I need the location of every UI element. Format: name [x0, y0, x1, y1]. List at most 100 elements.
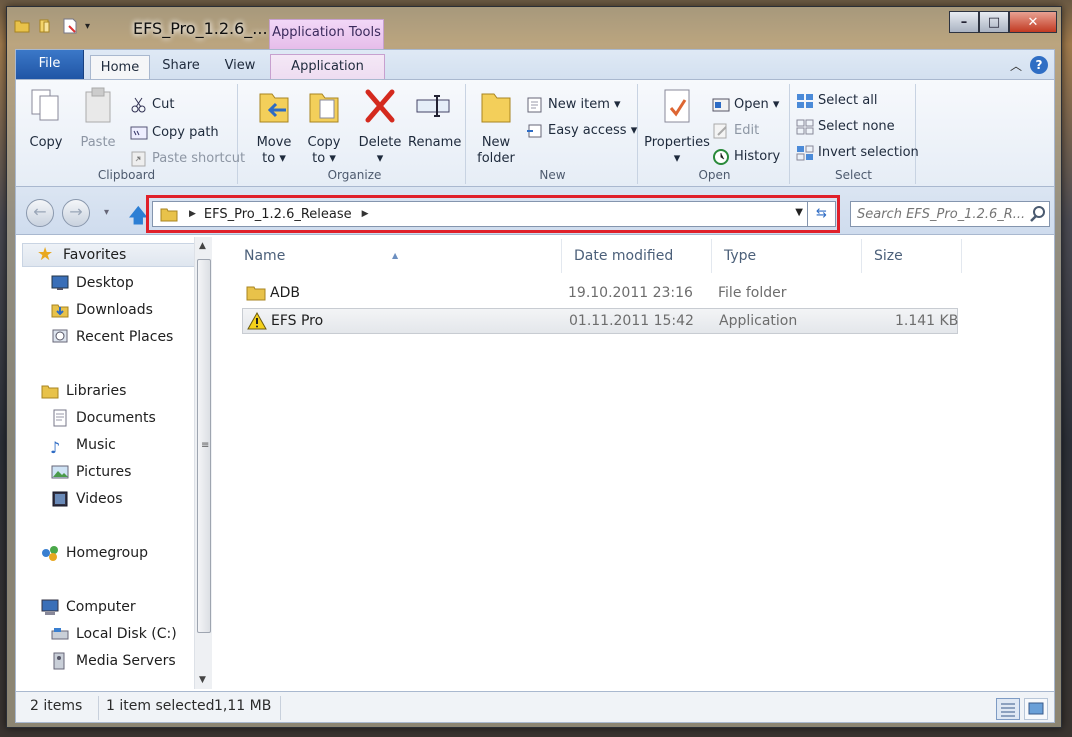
nav-item-label: Local Disk (C:)	[76, 626, 177, 642]
search-input[interactable]	[857, 206, 1025, 222]
nav-item-label: Libraries	[66, 383, 127, 399]
quick-access-toolbar: ▾	[13, 17, 90, 35]
large-icons-view-button[interactable]	[1024, 698, 1048, 720]
open-button[interactable]: Open ▾	[712, 94, 779, 116]
selected-count: 1 item selected	[106, 698, 215, 714]
history-label: History	[734, 149, 781, 164]
copy-to-label: to ▾	[312, 151, 336, 166]
breadcrumb-arrow-icon[interactable]: ▶	[362, 209, 369, 219]
content-area: ★ Favorites Desktop Downloads Recent Pla…	[15, 235, 1055, 691]
edit-button[interactable]: Edit	[712, 120, 759, 142]
cut-label: Cut	[152, 97, 175, 112]
recent-locations-chevron-icon[interactable]: ▾	[104, 207, 109, 218]
column-header-size[interactable]: Size	[862, 239, 962, 273]
select-none-button[interactable]: Select none	[796, 116, 895, 138]
copy-path-button[interactable]: Copy path	[130, 122, 219, 144]
scroll-up-arrow-icon[interactable]: ▲	[199, 241, 206, 251]
copy-icon	[31, 89, 59, 121]
scroll-down-arrow-icon[interactable]: ▼	[199, 675, 206, 685]
column-header-name[interactable]: ▲ Name	[232, 239, 562, 273]
tab-view[interactable]: View	[220, 54, 260, 80]
nav-item-media-servers[interactable]: Media Servers	[50, 649, 176, 673]
invert-selection-button[interactable]: Invert selection	[796, 142, 919, 164]
copy-button[interactable]: Copy	[26, 86, 66, 151]
file-name: ADB	[270, 285, 300, 301]
nav-item-homegroup[interactable]: Homegroup	[40, 541, 148, 565]
nav-item-pictures[interactable]: Pictures	[50, 460, 131, 484]
nav-item-libraries[interactable]: Libraries	[40, 379, 126, 403]
folder-properties-icon[interactable]	[37, 17, 55, 35]
search-box[interactable]	[850, 201, 1050, 227]
delete-button[interactable]: Delete ▾	[358, 86, 402, 167]
copy-path-icon	[130, 126, 148, 140]
tab-file[interactable]: File	[16, 50, 84, 80]
new-folder-qat-icon[interactable]	[61, 17, 79, 35]
nav-item-videos[interactable]: Videos	[50, 487, 123, 511]
select-all-button[interactable]: Select all	[796, 90, 877, 112]
file-row[interactable]: EFS Pro 01.11.2011 15:42 Application 1.1…	[242, 308, 958, 334]
column-header-type[interactable]: Type	[712, 239, 862, 273]
paste-shortcut-button[interactable]: Paste shortcut	[130, 148, 245, 170]
tab-home[interactable]: Home	[90, 55, 150, 81]
history-button[interactable]: History	[712, 146, 780, 168]
nav-item-music[interactable]: ♪ Music	[50, 433, 116, 457]
refresh-icon[interactable]: ⇆	[807, 202, 835, 226]
cut-button[interactable]: Cut	[130, 94, 174, 116]
back-button[interactable]: ←	[26, 199, 54, 227]
easy-access-button[interactable]: Easy access ▾	[526, 120, 637, 142]
file-type: File folder	[718, 285, 787, 301]
details-view-button[interactable]	[996, 698, 1020, 720]
column-header-date[interactable]: Date modified	[562, 239, 712, 273]
properties-button[interactable]: Properties ▾	[644, 86, 710, 167]
file-type: Application	[719, 313, 798, 329]
file-name: EFS Pro	[271, 313, 324, 329]
minimize-button[interactable]: –	[949, 11, 979, 33]
paste-shortcut-icon	[131, 151, 146, 167]
window-title: EFS_Pro_1.2.6_...	[133, 19, 268, 38]
breadcrumb-arrow-icon[interactable]: ▶	[189, 209, 196, 219]
nav-item-desktop[interactable]: Desktop	[50, 271, 134, 295]
chevron-down-icon[interactable]: ▾	[85, 21, 90, 32]
minimize-ribbon-icon[interactable]: ︿	[1010, 57, 1022, 74]
clipboard-icon	[85, 87, 111, 123]
scissors-icon	[131, 97, 146, 113]
new-folder-button[interactable]: New folder	[474, 86, 518, 167]
paste-button[interactable]: Paste	[78, 86, 118, 151]
navpane-scrollbar[interactable]: ▲ ≡ ▼	[194, 237, 212, 689]
maximize-button[interactable]: □	[979, 11, 1009, 33]
nav-item-label: Downloads	[76, 302, 153, 318]
select-all-icon	[797, 94, 813, 108]
help-icon[interactable]: ?	[1030, 56, 1048, 74]
select-group-label: Select	[834, 168, 873, 182]
address-dropdown-icon[interactable]: ▼	[795, 207, 803, 218]
nav-item-computer[interactable]: Computer	[40, 595, 136, 619]
file-row[interactable]: ADB 19.10.2011 23:16 File folder	[242, 281, 958, 307]
status-divider	[280, 696, 281, 720]
forward-button[interactable]: →	[62, 199, 90, 227]
nav-item-local-disk[interactable]: Local Disk (C:)	[50, 622, 177, 646]
nav-item-documents[interactable]: Documents	[50, 406, 156, 430]
search-icon[interactable]	[1029, 205, 1047, 223]
open-group: Properties ▾ Open ▾ Edit History Open	[640, 84, 790, 184]
scrollbar-thumb[interactable]: ≡	[197, 259, 211, 633]
tab-application[interactable]: Application	[270, 54, 385, 80]
nav-item-favorites[interactable]: ★ Favorites	[22, 243, 196, 267]
rename-button[interactable]: Rename	[408, 86, 461, 151]
copy-to-button[interactable]: Copy to ▾	[302, 86, 346, 167]
nav-item-downloads[interactable]: Downloads	[50, 298, 153, 322]
file-date: 19.10.2011 23:16	[568, 285, 693, 301]
invert-selection-label: Invert selection	[818, 145, 919, 160]
address-bar[interactable]: ▶ EFS_Pro_1.2.6_Release ▶ ▼ ⇆	[152, 201, 836, 227]
breadcrumb-current-folder[interactable]: EFS_Pro_1.2.6_Release	[204, 207, 352, 222]
easy-access-icon	[527, 124, 542, 138]
nav-item-recent-places[interactable]: Recent Places	[50, 325, 173, 349]
star-icon: ★	[37, 244, 54, 265]
close-button[interactable]: ✕	[1009, 11, 1057, 33]
tab-share[interactable]: Share	[156, 54, 206, 80]
new-item-button[interactable]: New item ▾	[526, 94, 621, 116]
move-to-button[interactable]: Move to ▾	[252, 86, 296, 167]
select-group: Select all Select none Invert selection …	[792, 84, 919, 184]
downloads-folder-icon	[51, 304, 69, 318]
clipboard-group-label: Clipboard	[97, 168, 156, 182]
large-icons-view-icon	[1028, 702, 1044, 715]
